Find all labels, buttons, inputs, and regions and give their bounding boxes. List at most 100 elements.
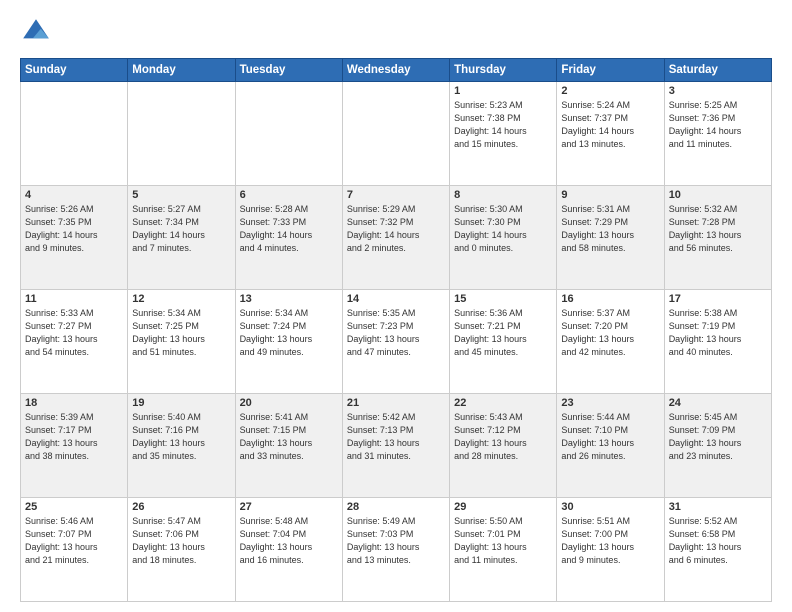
day-number: 26 <box>132 501 230 513</box>
page: SundayMondayTuesdayWednesdayThursdayFrid… <box>0 0 792 612</box>
day-number: 16 <box>561 293 659 305</box>
day-number: 22 <box>454 397 552 409</box>
calendar-cell: 29 Sunrise: 5:50 AM Sunset: 7:01 PM Dayli… <box>450 498 557 602</box>
weekday-header-wednesday: Wednesday <box>342 59 449 82</box>
calendar-row-2: 11Sunrise: 5:33 AM Sunset: 7:27 PM Dayli… <box>21 290 772 394</box>
day-info: Sunrise: 5:44 AM Sunset: 7:10 PM Dayligh… <box>561 411 659 463</box>
day-number: 6 <box>240 189 338 201</box>
calendar-cell: 27 Sunrise: 5:48 AM Sunset: 7:04 PM Dayli… <box>235 498 342 602</box>
header <box>20 16 772 48</box>
calendar-cell: 14 Sunrise: 5:35 AM Sunset: 7:23 PM Dayli… <box>342 290 449 394</box>
calendar-cell: 31 Sunrise: 5:52 AM Sunset: 6:58 PM Dayli… <box>664 498 771 602</box>
logo-icon <box>20 16 52 48</box>
calendar-cell: 28 Sunrise: 5:49 AM Sunset: 7:03 PM Dayli… <box>342 498 449 602</box>
weekday-header-saturday: Saturday <box>664 59 771 82</box>
calendar-cell <box>128 82 235 186</box>
day-info: Sunrise: 5:50 AM Sunset: 7:01 PM Dayligh… <box>454 515 552 567</box>
day-info: Sunrise: 5:25 AM Sunset: 7:36 PM Dayligh… <box>669 99 767 151</box>
calendar-cell <box>21 82 128 186</box>
calendar-cell: 21 Sunrise: 5:42 AM Sunset: 7:13 PM Dayli… <box>342 394 449 498</box>
calendar-cell: 19Sunrise: 5:40 AM Sunset: 7:16 PM Dayli… <box>128 394 235 498</box>
day-number: 17 <box>669 293 767 305</box>
day-info: Sunrise: 5:38 AM Sunset: 7:19 PM Dayligh… <box>669 307 767 359</box>
day-info: Sunrise: 5:47 AM Sunset: 7:06 PM Dayligh… <box>132 515 230 567</box>
day-info: Sunrise: 5:39 AM Sunset: 7:17 PM Dayligh… <box>25 411 123 463</box>
calendar-cell: 24Sunrise: 5:45 AM Sunset: 7:09 PM Dayli… <box>664 394 771 498</box>
day-number: 8 <box>454 189 552 201</box>
calendar-cell: 22 Sunrise: 5:43 AM Sunset: 7:12 PM Dayli… <box>450 394 557 498</box>
calendar-table: SundayMondayTuesdayWednesdayThursdayFrid… <box>20 58 772 602</box>
calendar-cell: 18Sunrise: 5:39 AM Sunset: 7:17 PM Dayli… <box>21 394 128 498</box>
calendar-row-4: 25 Sunrise: 5:46 AM Sunset: 7:07 PM Dayli… <box>21 498 772 602</box>
day-number: 3 <box>669 85 767 97</box>
weekday-header-friday: Friday <box>557 59 664 82</box>
calendar-cell: 2Sunrise: 5:24 AM Sunset: 7:37 PM Daylig… <box>557 82 664 186</box>
day-number: 25 <box>25 501 123 513</box>
day-number: 12 <box>132 293 230 305</box>
day-number: 9 <box>561 189 659 201</box>
calendar-row-0: 1Sunrise: 5:23 AM Sunset: 7:38 PM Daylig… <box>21 82 772 186</box>
day-info: Sunrise: 5:27 AM Sunset: 7:34 PM Dayligh… <box>132 203 230 255</box>
day-info: Sunrise: 5:42 AM Sunset: 7:13 PM Dayligh… <box>347 411 445 463</box>
day-info: Sunrise: 5:34 AM Sunset: 7:24 PM Dayligh… <box>240 307 338 359</box>
calendar-cell: 8 Sunrise: 5:30 AM Sunset: 7:30 PM Daylig… <box>450 186 557 290</box>
day-number: 27 <box>240 501 338 513</box>
calendar-cell: 23 Sunrise: 5:44 AM Sunset: 7:10 PM Dayli… <box>557 394 664 498</box>
calendar-cell: 26 Sunrise: 5:47 AM Sunset: 7:06 PM Dayli… <box>128 498 235 602</box>
day-number: 15 <box>454 293 552 305</box>
calendar-cell: 7Sunrise: 5:29 AM Sunset: 7:32 PM Daylig… <box>342 186 449 290</box>
calendar-cell: 25 Sunrise: 5:46 AM Sunset: 7:07 PM Dayli… <box>21 498 128 602</box>
weekday-header-tuesday: Tuesday <box>235 59 342 82</box>
day-number: 5 <box>132 189 230 201</box>
day-number: 30 <box>561 501 659 513</box>
day-info: Sunrise: 5:35 AM Sunset: 7:23 PM Dayligh… <box>347 307 445 359</box>
day-info: Sunrise: 5:43 AM Sunset: 7:12 PM Dayligh… <box>454 411 552 463</box>
day-info: Sunrise: 5:23 AM Sunset: 7:38 PM Dayligh… <box>454 99 552 151</box>
calendar-cell: 5 Sunrise: 5:27 AM Sunset: 7:34 PM Daylig… <box>128 186 235 290</box>
day-number: 21 <box>347 397 445 409</box>
day-info: Sunrise: 5:26 AM Sunset: 7:35 PM Dayligh… <box>25 203 123 255</box>
weekday-header-thursday: Thursday <box>450 59 557 82</box>
day-info: Sunrise: 5:31 AM Sunset: 7:29 PM Dayligh… <box>561 203 659 255</box>
day-info: Sunrise: 5:49 AM Sunset: 7:03 PM Dayligh… <box>347 515 445 567</box>
day-info: Sunrise: 5:30 AM Sunset: 7:30 PM Dayligh… <box>454 203 552 255</box>
day-info: Sunrise: 5:51 AM Sunset: 7:00 PM Dayligh… <box>561 515 659 567</box>
logo <box>20 16 56 48</box>
day-number: 10 <box>669 189 767 201</box>
calendar-cell: 15 Sunrise: 5:36 AM Sunset: 7:21 PM Dayli… <box>450 290 557 394</box>
calendar-cell: 1Sunrise: 5:23 AM Sunset: 7:38 PM Daylig… <box>450 82 557 186</box>
calendar-cell: 4 Sunrise: 5:26 AM Sunset: 7:35 PM Daylig… <box>21 186 128 290</box>
day-number: 29 <box>454 501 552 513</box>
day-info: Sunrise: 5:41 AM Sunset: 7:15 PM Dayligh… <box>240 411 338 463</box>
day-number: 31 <box>669 501 767 513</box>
day-info: Sunrise: 5:28 AM Sunset: 7:33 PM Dayligh… <box>240 203 338 255</box>
calendar-cell: 16Sunrise: 5:37 AM Sunset: 7:20 PM Dayli… <box>557 290 664 394</box>
day-number: 19 <box>132 397 230 409</box>
day-info: Sunrise: 5:24 AM Sunset: 7:37 PM Dayligh… <box>561 99 659 151</box>
day-info: Sunrise: 5:52 AM Sunset: 6:58 PM Dayligh… <box>669 515 767 567</box>
day-number: 28 <box>347 501 445 513</box>
weekday-header-row: SundayMondayTuesdayWednesdayThursdayFrid… <box>21 59 772 82</box>
calendar-cell: 3 Sunrise: 5:25 AM Sunset: 7:36 PM Daylig… <box>664 82 771 186</box>
calendar-row-1: 4 Sunrise: 5:26 AM Sunset: 7:35 PM Daylig… <box>21 186 772 290</box>
day-number: 14 <box>347 293 445 305</box>
calendar-cell <box>235 82 342 186</box>
calendar-cell: 13 Sunrise: 5:34 AM Sunset: 7:24 PM Dayli… <box>235 290 342 394</box>
calendar-cell: 11Sunrise: 5:33 AM Sunset: 7:27 PM Dayli… <box>21 290 128 394</box>
calendar-cell: 12 Sunrise: 5:34 AM Sunset: 7:25 PM Dayli… <box>128 290 235 394</box>
calendar-cell <box>342 82 449 186</box>
day-info: Sunrise: 5:36 AM Sunset: 7:21 PM Dayligh… <box>454 307 552 359</box>
day-number: 4 <box>25 189 123 201</box>
day-number: 24 <box>669 397 767 409</box>
day-number: 23 <box>561 397 659 409</box>
day-info: Sunrise: 5:46 AM Sunset: 7:07 PM Dayligh… <box>25 515 123 567</box>
day-number: 7 <box>347 189 445 201</box>
day-info: Sunrise: 5:32 AM Sunset: 7:28 PM Dayligh… <box>669 203 767 255</box>
day-number: 11 <box>25 293 123 305</box>
day-info: Sunrise: 5:34 AM Sunset: 7:25 PM Dayligh… <box>132 307 230 359</box>
calendar-cell: 6 Sunrise: 5:28 AM Sunset: 7:33 PM Daylig… <box>235 186 342 290</box>
day-number: 13 <box>240 293 338 305</box>
weekday-header-monday: Monday <box>128 59 235 82</box>
day-info: Sunrise: 5:48 AM Sunset: 7:04 PM Dayligh… <box>240 515 338 567</box>
weekday-header-sunday: Sunday <box>21 59 128 82</box>
